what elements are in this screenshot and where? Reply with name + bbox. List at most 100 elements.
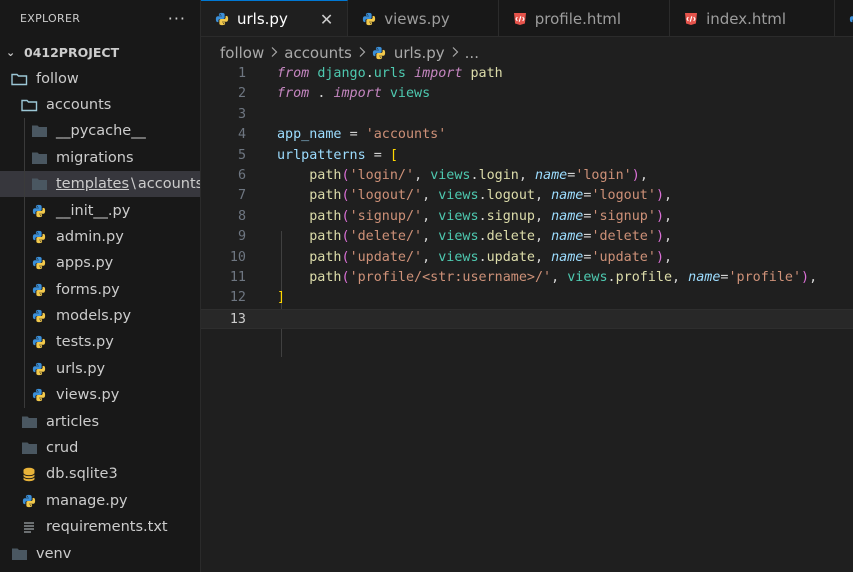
tree-item-label: views.py bbox=[56, 387, 120, 404]
folder-icon bbox=[30, 176, 48, 192]
code-text: app_name = 'accounts' bbox=[277, 127, 447, 143]
breadcrumb-file[interactable]: urls.py bbox=[394, 44, 445, 62]
tab-views-py[interactable]: views.py bbox=[348, 0, 499, 36]
line-number: 12 bbox=[229, 290, 246, 306]
code-line[interactable]: 13 bbox=[201, 308, 853, 330]
python-icon bbox=[849, 12, 853, 26]
code-line[interactable]: 10 path('update/', views.update, name='u… bbox=[201, 248, 853, 268]
tree-item-manage-py[interactable]: manage.py bbox=[0, 488, 200, 514]
project-root-label: 0412PROJECT bbox=[24, 44, 120, 60]
tree-indent-guide bbox=[24, 302, 25, 330]
line-number: 9 bbox=[237, 229, 246, 245]
python-icon bbox=[215, 12, 229, 26]
tab-moc[interactable]: moc bbox=[835, 0, 853, 36]
line-number: 1 bbox=[237, 66, 246, 81]
file-tree: ⌄ 0412PROJECT follow accounts __pycache__m… bbox=[0, 39, 200, 567]
line-number: 11 bbox=[229, 269, 246, 285]
tab-profile-html[interactable]: profile.html bbox=[499, 0, 671, 36]
more-actions-icon[interactable]: ··· bbox=[168, 9, 186, 28]
code-line[interactable]: 3 bbox=[201, 105, 853, 125]
tree-item-label: accounts bbox=[46, 96, 112, 113]
python-file-icon bbox=[30, 282, 48, 298]
html-icon bbox=[513, 12, 527, 26]
tree-item-label: models.py bbox=[56, 308, 132, 325]
folder-icon bbox=[20, 414, 38, 430]
tree-item-migrations[interactable]: migrations bbox=[0, 144, 200, 171]
code-line[interactable]: 7 path('logout/', views.logout, name='lo… bbox=[201, 186, 853, 206]
tree-item-forms-py[interactable]: forms.py bbox=[0, 276, 200, 303]
tree-item-articles[interactable]: articles bbox=[0, 408, 200, 434]
tree-item-label: urls.py bbox=[56, 360, 106, 377]
project-root[interactable]: ⌄ 0412PROJECT bbox=[0, 39, 200, 65]
code-line[interactable]: 5 urlpatterns = [ bbox=[201, 146, 853, 166]
tree-indent-guide bbox=[24, 250, 25, 277]
chevron-down-icon: ⌄ bbox=[6, 45, 16, 59]
tree-item-apps-py[interactable]: apps.py bbox=[0, 250, 200, 277]
tree-indent-guide bbox=[24, 197, 25, 224]
python-icon bbox=[372, 46, 386, 60]
breadcrumb-item[interactable]: follow bbox=[220, 44, 264, 62]
code-line[interactable]: 11 path('profile/<str:username>/', views… bbox=[201, 268, 853, 288]
code-line[interactable]: 12] bbox=[201, 288, 853, 308]
code-line[interactable]: 4 app_name = 'accounts' bbox=[201, 125, 853, 145]
tree-item-urls-py[interactable]: urls.py bbox=[0, 355, 200, 383]
code-line[interactable]: 6 path('login/', views.login, name='logi… bbox=[201, 166, 853, 186]
tree-item-label: apps.py bbox=[56, 255, 114, 272]
python-file-icon bbox=[30, 361, 48, 377]
tab-index-html[interactable]: index.html bbox=[670, 0, 836, 36]
tree-item-accounts[interactable]: accounts bbox=[0, 92, 200, 118]
breadcrumb-item[interactable]: accounts bbox=[284, 44, 352, 62]
path-separator: \ bbox=[131, 176, 136, 193]
tree-item-pycache[interactable]: __pycache__ bbox=[0, 118, 200, 145]
line-number: 10 bbox=[229, 249, 246, 265]
code-line[interactable]: 8 path('signup/', views.signup, name='si… bbox=[201, 207, 853, 227]
explorer-title: EXPLORER bbox=[20, 11, 81, 25]
tree-indent-guide bbox=[24, 144, 25, 171]
code-text: ] bbox=[277, 290, 286, 306]
line-number: 3 bbox=[237, 106, 246, 122]
folder-icon bbox=[30, 150, 48, 166]
code-editor[interactable]: 1 from django.urls import path 2 from . imp… bbox=[201, 64, 853, 572]
tab-bar: urls.py ✕ views.py profile.html index.html mo… bbox=[201, 0, 853, 37]
python-file-icon bbox=[20, 493, 38, 509]
tree-item-venv[interactable]: venv bbox=[0, 540, 200, 566]
line-number: 6 bbox=[237, 167, 246, 183]
tree-item-label: __init__.py bbox=[56, 202, 131, 219]
tree-item-label: forms.py bbox=[56, 281, 120, 298]
code-line[interactable]: 9 path('delete/', views.delete, name='de… bbox=[201, 227, 853, 247]
tree-indent-guide bbox=[24, 329, 25, 356]
tree-item-templates[interactable]: templates \ accounts bbox=[0, 170, 200, 198]
line-number: 7 bbox=[237, 188, 246, 204]
code-text: path('delete/', views.delete, name='dele… bbox=[309, 229, 673, 245]
tree-item-label: migrations bbox=[56, 149, 134, 166]
tab-label: profile.html bbox=[534, 9, 622, 28]
line-number: 13 bbox=[229, 311, 246, 327]
breadcrumb-ellipsis[interactable]: ... bbox=[465, 44, 479, 62]
tree-item-follow[interactable]: follow bbox=[0, 65, 200, 91]
line-number: 8 bbox=[237, 208, 246, 224]
explorer-header: EXPLORER ··· bbox=[0, 0, 200, 36]
tree-indent-guide bbox=[24, 382, 25, 409]
python-file-icon bbox=[30, 229, 48, 245]
tree-item-label: follow bbox=[36, 70, 79, 87]
python-file-icon bbox=[30, 387, 48, 403]
database-icon bbox=[20, 466, 38, 482]
tree-item-init-py[interactable]: __init__.py bbox=[0, 197, 200, 224]
code-text: path('signup/', views.signup, name='sign… bbox=[309, 208, 673, 224]
tree-item-tests-py[interactable]: tests.py bbox=[0, 329, 200, 356]
code-line[interactable]: 2 from . import views bbox=[201, 84, 853, 104]
tree-item-models-py[interactable]: models.py bbox=[0, 302, 200, 330]
tab-urls-py[interactable]: urls.py ✕ bbox=[201, 0, 349, 36]
tree-indent-guide bbox=[24, 276, 25, 303]
close-icon[interactable]: ✕ bbox=[320, 10, 333, 29]
tree-item-admin-py[interactable]: admin.py bbox=[0, 223, 200, 251]
code-line[interactable]: 1 from django.urls import path bbox=[201, 64, 853, 84]
chevron-right-icon bbox=[270, 44, 278, 62]
tree-item-requirements-txt[interactable]: requirements.txt bbox=[0, 514, 200, 540]
tree-item-crud[interactable]: crud bbox=[0, 435, 200, 461]
python-file-icon bbox=[30, 203, 48, 219]
text-file-icon bbox=[20, 519, 38, 535]
code-text: path('update/', views.update, name='upda… bbox=[309, 249, 673, 265]
tree-item-views-py[interactable]: views.py bbox=[0, 382, 200, 409]
tree-item-db-sqlite3[interactable]: db.sqlite3 bbox=[0, 461, 200, 487]
